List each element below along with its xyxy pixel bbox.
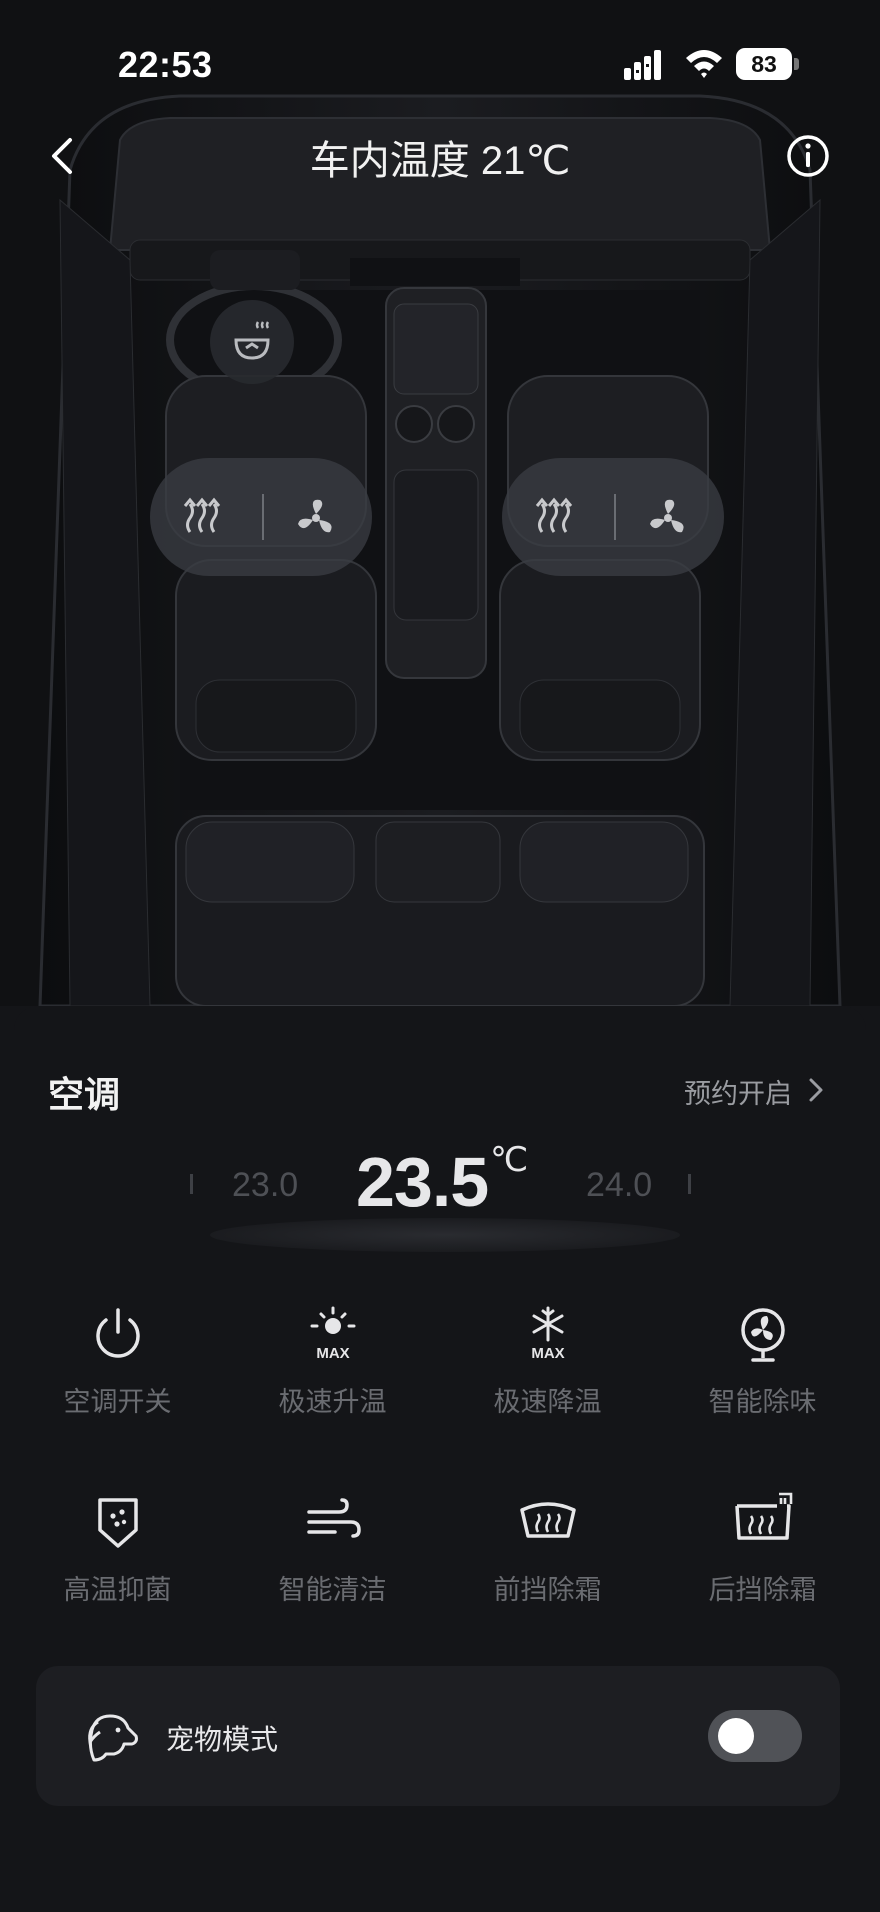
temp-scale-tick bbox=[688, 1174, 691, 1194]
seat-heat-icon bbox=[535, 497, 573, 533]
seat-fan-icon bbox=[298, 499, 332, 533]
toggle-knob bbox=[718, 1718, 754, 1754]
pill-divider bbox=[262, 494, 264, 540]
temperature-prev-option[interactable]: 23.0 bbox=[232, 1166, 298, 1205]
dog-icon bbox=[88, 1714, 138, 1762]
cellular-signal-icon bbox=[624, 50, 661, 80]
passenger-seat-ventilate-button[interactable] bbox=[638, 488, 698, 548]
rapid-heat-button[interactable]: MAX 极速升温 bbox=[225, 1302, 440, 1419]
passenger-seat-controls bbox=[502, 458, 724, 576]
shield-dots-icon bbox=[97, 1498, 138, 1548]
front-defrost-button[interactable]: 前挡除霜 bbox=[440, 1490, 655, 1607]
rear-defrost-button[interactable]: 后挡除霜 bbox=[655, 1490, 870, 1607]
rapid-cool-button[interactable]: MAX 极速降温 bbox=[440, 1302, 655, 1419]
temperature-next-option[interactable]: 24.0 bbox=[586, 1166, 652, 1205]
function-label: 智能除味 bbox=[708, 1387, 817, 1417]
high-temp-sterilize-button[interactable]: 高温抑菌 bbox=[10, 1490, 225, 1607]
schedule-link[interactable]: 预约开启 bbox=[684, 1072, 792, 1111]
driver-seat-controls bbox=[150, 458, 372, 576]
wifi-icon bbox=[686, 50, 722, 78]
function-label: 高温抑菌 bbox=[63, 1575, 172, 1605]
svg-text:MAX: MAX bbox=[316, 1345, 349, 1362]
temperature-unit: ℃ bbox=[490, 1141, 529, 1179]
steering-wheel-heat-icon bbox=[234, 321, 270, 360]
function-label: 极速降温 bbox=[493, 1387, 602, 1417]
temperature-current: 23.5 bbox=[356, 1143, 489, 1221]
pet-mode-toggle[interactable] bbox=[708, 1710, 802, 1762]
svg-text:MAX: MAX bbox=[531, 1345, 564, 1362]
rear-defrost-icon bbox=[734, 1492, 792, 1540]
ac-section-title: 空调 bbox=[48, 1074, 121, 1115]
sun-max-icon: MAX bbox=[310, 1306, 355, 1362]
snowflake-max-icon: MAX bbox=[531, 1306, 564, 1362]
power-icon bbox=[95, 1308, 140, 1358]
page-title: 车内温度 21℃ bbox=[309, 139, 571, 183]
steering-heat-button[interactable] bbox=[210, 300, 294, 384]
temp-scale-tick bbox=[190, 1174, 193, 1194]
seat-heat-icon bbox=[183, 497, 221, 533]
seat-fan-icon bbox=[650, 499, 684, 533]
chevron-right-icon[interactable] bbox=[806, 1076, 826, 1104]
driver-seat-heat-button[interactable] bbox=[172, 488, 232, 548]
battery-cap bbox=[794, 58, 799, 70]
function-label: 后挡除霜 bbox=[708, 1575, 817, 1605]
fan-icon bbox=[740, 1308, 785, 1362]
smart-deodorize-button[interactable]: 智能除味 bbox=[655, 1302, 870, 1419]
ac-power-button[interactable]: 空调开关 bbox=[10, 1302, 225, 1419]
function-label: 空调开关 bbox=[63, 1387, 172, 1417]
function-label: 智能清洁 bbox=[278, 1575, 387, 1605]
pet-mode-label: 宠物模式 bbox=[166, 1724, 279, 1755]
front-defrost-icon bbox=[519, 1502, 576, 1538]
info-icon[interactable] bbox=[784, 132, 832, 180]
function-label: 前挡除霜 bbox=[493, 1575, 602, 1605]
pill-divider bbox=[614, 494, 616, 540]
battery-indicator: 83 bbox=[736, 48, 800, 80]
temperature-slider-track[interactable] bbox=[210, 1218, 680, 1252]
smart-clean-button[interactable]: 智能清洁 bbox=[225, 1490, 440, 1607]
passenger-seat-heat-button[interactable] bbox=[524, 488, 584, 548]
status-time: 22:53 bbox=[118, 44, 213, 85]
function-label: 极速升温 bbox=[278, 1387, 387, 1417]
wind-icon bbox=[306, 1498, 361, 1538]
battery-level: 83 bbox=[751, 51, 777, 77]
driver-seat-ventilate-button[interactable] bbox=[286, 488, 346, 548]
